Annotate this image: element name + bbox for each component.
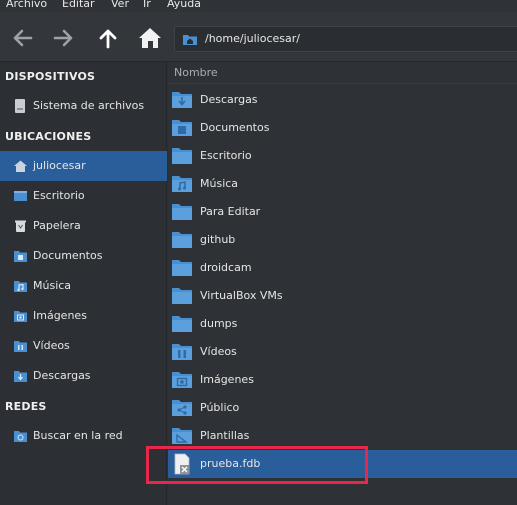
file-list: Nombre Descargas Documentos Escritorio M… bbox=[168, 62, 517, 505]
section-ubicaciones: UBICACIONES bbox=[5, 130, 92, 143]
sidebar-item-descargas[interactable]: Descargas bbox=[0, 361, 167, 391]
folder-home-icon bbox=[183, 33, 197, 48]
file-row[interactable]: Descargas bbox=[168, 86, 517, 114]
folder-icon bbox=[172, 316, 192, 332]
folder-documents-icon bbox=[14, 251, 27, 262]
sidebar-item-imagenes[interactable]: Imágenes bbox=[0, 301, 167, 331]
sidebar-item-label: Buscar en la red bbox=[33, 429, 123, 442]
menu-ir[interactable]: Ir bbox=[143, 0, 151, 11]
sidebar-item-label: juliocesar bbox=[33, 159, 86, 172]
sidebar: DISPOSITIVOS Sistema de archivos UBICACI… bbox=[0, 62, 167, 505]
sidebar-item-label: Escritorio bbox=[33, 189, 85, 202]
file-label: Para Editar bbox=[200, 205, 261, 218]
arrow-up-icon bbox=[99, 29, 117, 49]
highlight-annotation bbox=[146, 446, 368, 484]
file-label: Público bbox=[200, 401, 240, 414]
sidebar-item-label: Sistema de archivos bbox=[33, 99, 145, 112]
section-dispositivos: DISPOSITIVOS bbox=[5, 70, 96, 83]
file-label: droidcam bbox=[200, 261, 252, 274]
file-label: Descargas bbox=[200, 93, 258, 106]
file-label: dumps bbox=[200, 317, 238, 330]
home-button[interactable] bbox=[137, 26, 161, 50]
file-label: Vídeos bbox=[200, 345, 237, 358]
folder-public-icon bbox=[172, 400, 192, 416]
folder-documents-icon bbox=[172, 120, 192, 136]
menu-archivo[interactable]: Archivo bbox=[6, 0, 47, 11]
home-icon bbox=[139, 28, 161, 48]
file-label: VirtualBox VMs bbox=[200, 289, 283, 302]
up-button[interactable] bbox=[96, 26, 120, 50]
file-row[interactable]: Para Editar bbox=[168, 198, 517, 226]
folder-download-icon bbox=[14, 371, 27, 382]
folder-icon bbox=[172, 260, 192, 276]
forward-button[interactable] bbox=[52, 26, 76, 50]
sidebar-item-documentos[interactable]: Documentos bbox=[0, 241, 167, 271]
file-label: Plantillas bbox=[200, 429, 250, 442]
sidebar-item-escritorio[interactable]: Escritorio bbox=[0, 181, 167, 211]
folder-templates-icon bbox=[172, 428, 192, 444]
file-row[interactable]: Público bbox=[168, 394, 517, 422]
drive-icon bbox=[15, 99, 25, 113]
file-row[interactable]: Imágenes bbox=[168, 366, 517, 394]
file-row[interactable]: Documentos bbox=[168, 114, 517, 142]
folder-icon bbox=[172, 204, 192, 220]
back-button[interactable] bbox=[10, 26, 34, 50]
menu-ver[interactable]: Ver bbox=[111, 0, 129, 11]
network-icon bbox=[14, 431, 27, 442]
sidebar-item-label: Papelera bbox=[33, 219, 81, 232]
sidebar-item-buscar-en-la-red[interactable]: Buscar en la red bbox=[0, 421, 167, 451]
folder-icon bbox=[172, 288, 192, 304]
file-row[interactable]: dumps bbox=[168, 310, 517, 338]
file-label: Documentos bbox=[200, 121, 270, 134]
file-row[interactable]: Vídeos bbox=[168, 338, 517, 366]
section-redes: REDES bbox=[5, 400, 47, 413]
sidebar-item-videos[interactable]: Vídeos bbox=[0, 331, 167, 361]
home-icon bbox=[14, 160, 27, 172]
sidebar-item-musica[interactable]: Música bbox=[0, 271, 167, 301]
desktop-icon bbox=[14, 191, 27, 201]
sidebar-item-label: Documentos bbox=[33, 249, 103, 262]
folder-pictures-icon bbox=[14, 311, 27, 322]
file-row[interactable]: Música bbox=[168, 170, 517, 198]
folder-download-icon bbox=[172, 92, 192, 108]
folder-videos-icon bbox=[172, 344, 192, 360]
file-row[interactable]: VirtualBox VMs bbox=[168, 282, 517, 310]
file-label: Imágenes bbox=[200, 373, 254, 386]
sidebar-item-label: Descargas bbox=[33, 369, 91, 382]
file-row[interactable]: droidcam bbox=[168, 254, 517, 282]
trash-icon bbox=[15, 220, 26, 232]
folder-videos-icon bbox=[14, 341, 27, 352]
arrow-right-icon bbox=[53, 29, 73, 47]
column-header-name[interactable]: Nombre bbox=[168, 62, 517, 84]
folder-desktop-icon bbox=[172, 148, 192, 164]
menu-ayuda[interactable]: Ayuda bbox=[167, 0, 201, 11]
file-row[interactable]: github bbox=[168, 226, 517, 254]
file-row[interactable]: Escritorio bbox=[168, 142, 517, 170]
sidebar-item-label: Música bbox=[33, 279, 72, 292]
folder-music-icon bbox=[172, 176, 192, 192]
file-label: Escritorio bbox=[200, 149, 252, 162]
sidebar-item-sistema-de-archivos[interactable]: Sistema de archivos bbox=[0, 91, 167, 121]
sidebar-item-juliocesar[interactable]: juliocesar bbox=[0, 151, 167, 181]
arrow-left-icon bbox=[13, 29, 33, 47]
menubar: Archivo Editar Ver Ir Ayuda bbox=[0, 0, 517, 12]
sidebar-item-label: Imágenes bbox=[33, 309, 87, 322]
location-path: /home/juliocesar/ bbox=[205, 32, 300, 45]
sidebar-item-label: Vídeos bbox=[33, 339, 70, 352]
column-header-label: Nombre bbox=[174, 66, 218, 79]
menu-editar[interactable]: Editar bbox=[62, 0, 95, 11]
folder-icon bbox=[172, 232, 192, 248]
toolbar: /home/juliocesar/ bbox=[0, 12, 517, 62]
folder-music-icon bbox=[14, 281, 27, 292]
folder-pictures-icon bbox=[172, 372, 192, 388]
file-label: Música bbox=[200, 177, 239, 190]
sidebar-item-papelera[interactable]: Papelera bbox=[0, 211, 167, 241]
file-label: github bbox=[200, 233, 236, 246]
location-bar[interactable]: /home/juliocesar/ bbox=[174, 26, 517, 52]
